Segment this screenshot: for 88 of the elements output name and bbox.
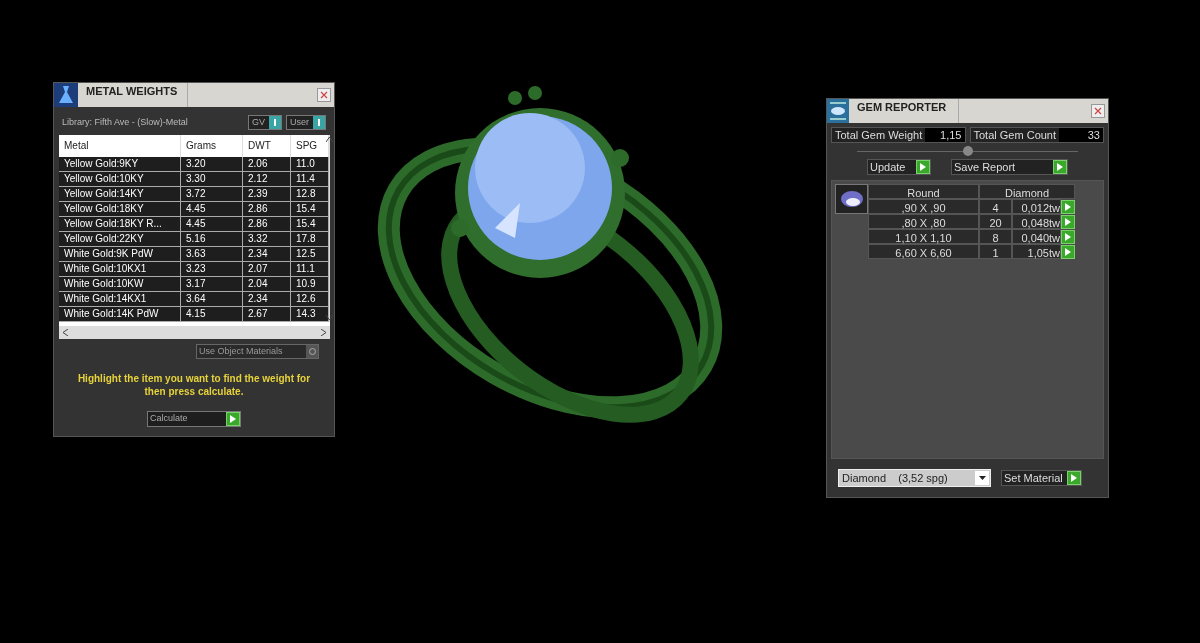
table-cell: White Gold:14K PdW <box>59 307 181 322</box>
table-cell: 2.12 <box>243 172 291 187</box>
table-cell: 11.4 <box>291 172 329 187</box>
table-cell: 3.23 <box>181 262 243 277</box>
table-cell: 12.6 <box>291 292 329 307</box>
table-cell: 0,040tw <box>1012 229 1061 244</box>
table-cell: White Gold:14KX1 <box>59 292 181 307</box>
table-cell: 2.86 <box>243 217 291 232</box>
table-cell: 2.34 <box>243 292 291 307</box>
table-cell: 2.04 <box>243 277 291 292</box>
table-cell: 3.20 <box>181 157 243 172</box>
toggle-button[interactable]: GV <box>247 115 282 130</box>
table-cell: Yellow Gold:22KY <box>59 232 181 247</box>
table-cell: White Gold:10KW <box>59 277 181 292</box>
table-cell: Yellow Gold:10KY <box>59 172 181 187</box>
play-icon[interactable] <box>1066 471 1081 485</box>
table-cell: 1,10 X 1,10 <box>868 229 979 244</box>
total-value: 1,15 <box>925 128 965 142</box>
table-cell: 12.8 <box>291 187 329 202</box>
table-cell: 6,60 X 6,60 <box>868 244 979 259</box>
table-cell: White Gold:9K PdW <box>59 247 181 262</box>
table-cell: 4.15 <box>181 307 243 322</box>
table-cell: 2.34 <box>243 247 291 262</box>
table-cell: 10.9 <box>291 277 329 292</box>
table-cell: Yellow Gold:18KY R... <box>59 217 181 232</box>
total-label: Total Gem Weight <box>834 127 924 143</box>
table-cell: 15.4 <box>291 217 329 232</box>
table-cell: 0,012tw <box>1012 199 1061 214</box>
table-cell: 14.3 <box>291 307 329 322</box>
play-icon[interactable] <box>1061 214 1075 229</box>
table-cell: ,90 X ,90 <box>868 199 979 214</box>
total-label: Total Gem Count <box>972 127 1058 143</box>
table-cell: Yellow Gold:14KY <box>59 187 181 202</box>
table-cell: 2.06 <box>243 157 291 172</box>
table-cell: 12.5 <box>291 247 329 262</box>
table-cell: 2.67 <box>243 307 291 322</box>
close-button[interactable] <box>1091 104 1105 118</box>
hint-text: Highlight the item you want to find the weight for then press calculate. <box>76 372 312 398</box>
toggle-button[interactable]: User <box>286 115 326 130</box>
action-button[interactable]: Save Report <box>951 159 1068 175</box>
table-cell: 15.4 <box>291 202 329 217</box>
total-value: 33 <box>1059 128 1103 142</box>
table-cell: 4.45 <box>181 217 243 232</box>
table-cell: 3.63 <box>181 247 243 262</box>
report-icon <box>827 99 849 123</box>
column-header: Round <box>868 184 979 199</box>
table-cell: Yellow Gold:9KY <box>59 157 181 172</box>
caret-icon <box>978 476 986 480</box>
window-title: METAL WEIGHTS <box>78 83 188 107</box>
window-title: GEM REPORTER <box>849 99 959 123</box>
play-icon[interactable] <box>1061 199 1075 214</box>
collapse-icon[interactable] <box>962 146 973 156</box>
table-cell: 0,048tw <box>1012 214 1061 229</box>
table-cell: White Gold:10KX1 <box>59 262 181 277</box>
table-cell: 2.39 <box>243 187 291 202</box>
material-dropdown[interactable]: Diamond (3,52 spg) <box>838 469 991 487</box>
action-button[interactable]: Update <box>867 159 931 175</box>
table-cell: 2.07 <box>243 262 291 277</box>
close-button[interactable] <box>317 88 331 102</box>
gem-thumbnail <box>835 184 868 214</box>
table-cell: 1 <box>979 244 1012 259</box>
table-cell: ,80 X ,80 <box>868 214 979 229</box>
table-cell: 3.32 <box>243 232 291 247</box>
close-icon <box>320 91 328 99</box>
table-cell: 3.72 <box>181 187 243 202</box>
use-object-materials-option[interactable]: Use Object Materials <box>196 344 319 359</box>
table-cell: 1,05tw <box>1012 244 1061 259</box>
table-cell: Yellow Gold:18KY <box>59 202 181 217</box>
table-cell: 3.64 <box>181 292 243 307</box>
table-cell: 2.86 <box>243 202 291 217</box>
table-cell: 11.1 <box>291 262 329 277</box>
close-icon <box>1094 107 1102 115</box>
table-cell: 11.0 <box>291 157 329 172</box>
table-cell: 3.30 <box>181 172 243 187</box>
table-cell: 8 <box>979 229 1012 244</box>
calculate-button[interactable]: Calculate <box>147 411 241 427</box>
set-material-button[interactable]: Set Material <box>1001 470 1082 486</box>
table-cell: 20 <box>979 214 1012 229</box>
play-icon[interactable] <box>1061 229 1075 244</box>
table-cell: 5.16 <box>181 232 243 247</box>
table-cell: 17.8 <box>291 232 329 247</box>
library-label: Library: Fifth Ave - (Slow)-Metal <box>62 115 188 129</box>
flask-icon <box>54 83 78 107</box>
table-cell: 4.45 <box>181 202 243 217</box>
column-header: Diamond <box>979 184 1075 199</box>
table-cell: 3.17 <box>181 277 243 292</box>
play-icon[interactable] <box>1061 244 1075 259</box>
table-cell: 4 <box>979 199 1012 214</box>
